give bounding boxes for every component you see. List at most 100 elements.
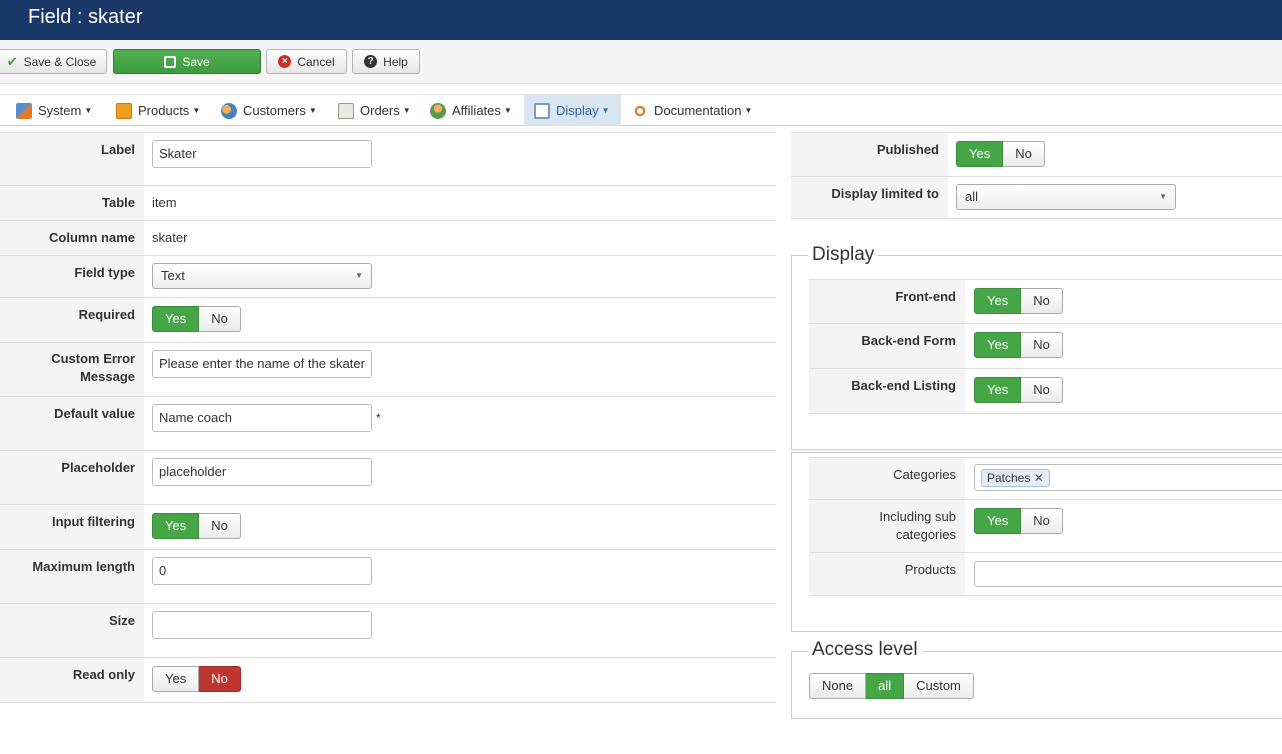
affiliates-icon: [430, 102, 446, 119]
display-limited-label: Display limited to: [791, 177, 948, 218]
placeholder-input[interactable]: placeholder: [152, 458, 372, 486]
row-custom-error: Custom Error Message Please enter the na…: [0, 343, 776, 397]
backend-form-label: Back-end Form: [809, 324, 965, 368]
front-end-yes[interactable]: Yes: [974, 288, 1022, 314]
docs-icon: [632, 102, 648, 119]
row-field-type: Field type Text ▼: [0, 256, 776, 298]
maximum-length-input[interactable]: 0: [152, 557, 372, 585]
backend-listing-label: Back-end Listing: [809, 369, 965, 413]
custom-error-input[interactable]: Please enter the name of the skater: [152, 350, 372, 378]
input-filtering-label: Input filtering: [0, 505, 144, 549]
row-table: Table item: [0, 186, 776, 221]
caret-down-icon: ▼: [503, 106, 512, 115]
label-input[interactable]: Skater: [152, 140, 372, 168]
menu-display[interactable]: Display ▼: [524, 95, 621, 126]
including-sub-no[interactable]: No: [1021, 508, 1063, 534]
access-all[interactable]: all: [866, 673, 905, 699]
users-icon: [221, 102, 237, 119]
categories-input[interactable]: Patches ✕: [974, 464, 1282, 491]
page-header: Field : skater: [0, 0, 1282, 40]
including-sub-yes[interactable]: Yes: [974, 508, 1022, 534]
row-including-sub: Including sub categories Yes No: [809, 500, 1282, 553]
display-legend: Display: [808, 244, 879, 266]
including-sub-label: Including sub categories: [809, 500, 965, 552]
row-default-value: Default value Name coach *: [0, 397, 776, 451]
access-none[interactable]: None: [809, 673, 867, 699]
row-input-filtering: Input filtering Yes No: [0, 505, 776, 550]
row-front-end: Front-end Yes No: [809, 279, 1282, 324]
size-input[interactable]: [152, 611, 372, 639]
save-close-button[interactable]: ✔ Save & Close: [0, 49, 107, 74]
published-no[interactable]: No: [1003, 141, 1045, 167]
save-button[interactable]: Save: [113, 49, 261, 74]
menu-orders[interactable]: Orders ▼: [332, 95, 417, 126]
backend-listing-yes[interactable]: Yes: [974, 377, 1022, 403]
row-label: Label Skater: [0, 132, 776, 186]
menu-customers[interactable]: Customers ▼: [215, 95, 323, 126]
table-value: item: [152, 195, 177, 210]
products-input[interactable]: [974, 561, 1282, 587]
display-limited-select[interactable]: all ▼: [956, 184, 1176, 210]
published-yes[interactable]: Yes: [956, 141, 1004, 167]
backend-form-toggle: Yes No: [974, 332, 1063, 358]
row-required: Required Yes No: [0, 298, 776, 343]
help-icon: ?: [364, 55, 378, 68]
caret-down-icon: ▼: [744, 106, 753, 115]
caret-down-icon: ▼: [84, 106, 93, 115]
read-only-yes[interactable]: Yes: [152, 666, 200, 692]
caret-down-icon: ▼: [601, 106, 610, 115]
column-name-value: skater: [152, 230, 188, 245]
help-button[interactable]: ? Help: [352, 49, 420, 74]
caret-down-icon: ▼: [402, 106, 411, 115]
field-type-select[interactable]: Text ▼: [152, 263, 372, 289]
read-only-no[interactable]: No: [199, 666, 241, 692]
caret-down-icon: ▼: [1159, 192, 1167, 201]
page-title: Field : skater: [28, 6, 143, 28]
check-icon: ✔: [6, 53, 18, 69]
read-only-label: Read only: [0, 658, 144, 702]
including-sub-toggle: Yes No: [974, 508, 1063, 534]
menu-affiliates[interactable]: Affiliates ▼: [424, 95, 518, 126]
row-published: Published Yes No: [791, 132, 1282, 177]
row-read-only: Read only Yes No: [0, 658, 776, 703]
row-products: Products: [809, 553, 1282, 596]
menu-products[interactable]: Products ▼: [110, 95, 206, 126]
cancel-icon: ×: [278, 55, 292, 68]
orders-icon: [338, 102, 354, 119]
tools-icon: [16, 102, 32, 119]
categories-label: Categories: [809, 458, 965, 499]
access-custom[interactable]: Custom: [904, 673, 974, 699]
main-menu: System ▼ Products ▼ Customers ▼ Orders ▼ Aff…: [0, 94, 1282, 126]
backend-form-no[interactable]: No: [1021, 332, 1063, 358]
custom-error-label: Custom Error Message: [0, 343, 144, 396]
required-toggle: Yes No: [152, 306, 241, 332]
remove-tag-icon[interactable]: ✕: [1034, 471, 1044, 485]
menu-documentation[interactable]: Documentation ▼: [626, 95, 758, 126]
row-maximum-length: Maximum length 0: [0, 550, 776, 604]
display-icon: [534, 102, 550, 119]
row-backend-listing: Back-end Listing Yes No: [809, 369, 1282, 414]
toolbar: ✔ Save & Close Save × Cancel ? Help: [0, 40, 1282, 84]
required-no[interactable]: No: [199, 306, 241, 332]
table-label: Table: [0, 186, 144, 220]
category-tag[interactable]: Patches ✕: [981, 469, 1050, 487]
backend-listing-no[interactable]: No: [1021, 377, 1063, 403]
products-label: Products: [809, 553, 965, 595]
default-value-input[interactable]: Name coach: [152, 404, 372, 432]
required-yes[interactable]: Yes: [152, 306, 200, 332]
row-backend-form: Back-end Form Yes No: [809, 324, 1282, 369]
required-label: Required: [0, 298, 144, 342]
row-display-limited: Display limited to all ▼: [791, 177, 1282, 219]
default-value-label: Default value: [0, 397, 144, 450]
default-value-asterisk: *: [376, 411, 381, 425]
input-filtering-no[interactable]: No: [199, 513, 241, 539]
label-label: Label: [0, 133, 144, 185]
backend-form-yes[interactable]: Yes: [974, 332, 1022, 358]
front-end-no[interactable]: No: [1021, 288, 1063, 314]
caret-down-icon: ▼: [355, 271, 363, 280]
cancel-button[interactable]: × Cancel: [266, 49, 347, 74]
input-filtering-yes[interactable]: Yes: [152, 513, 200, 539]
field-type-label: Field type: [0, 256, 144, 297]
row-placeholder: Placeholder placeholder: [0, 451, 776, 505]
menu-system[interactable]: System ▼: [10, 95, 98, 126]
